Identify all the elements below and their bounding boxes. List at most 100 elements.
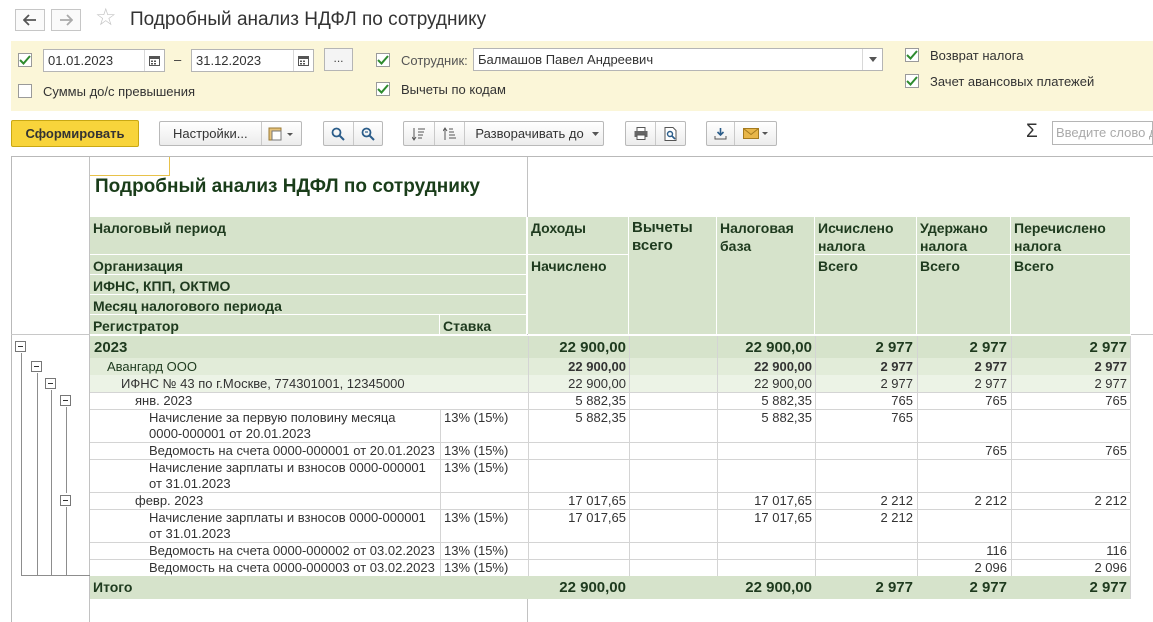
save-button[interactable]: [707, 122, 734, 145]
collapse-groups-button[interactable]: [404, 122, 434, 145]
row-feb-doc3-transferred: 2 096: [1094, 560, 1127, 575]
row-jan-doc2-withheld: 765: [985, 443, 1007, 458]
envelope-icon: [742, 128, 768, 139]
collapse-ifns-toggle[interactable]: [45, 378, 56, 389]
row-jan-doc3-line2: от 31.01.2023: [149, 476, 231, 491]
checkmark-icon: [906, 76, 918, 86]
row-org-withheld: 2 977: [974, 359, 1007, 374]
deductions-by-code-checkbox[interactable]: [376, 82, 390, 96]
chevron-down-icon[interactable]: [862, 49, 882, 70]
checkmark-icon: [377, 84, 389, 94]
employee-value: Балмашов Павел Андреевич: [478, 52, 654, 67]
header-ifns: ИФНС, КПП, ОКТМО: [90, 275, 527, 295]
sums-over-checkbox[interactable]: [18, 84, 32, 98]
row-ifns-label: ИФНС № 43 по г.Москве, 774301001, 123450…: [121, 376, 405, 391]
row-jan-doc1-line1: Начисление за первую половину месяца: [149, 410, 396, 425]
variants-button[interactable]: [262, 122, 301, 145]
header-calculated-total: Всего: [815, 255, 917, 335]
row-feb-doc1-line2: от 31.01.2023: [149, 526, 231, 541]
employee-label: Сотрудник:: [401, 53, 468, 68]
row-year-income: 22 900,00: [559, 339, 626, 356]
collapse-feb-toggle[interactable]: [60, 495, 71, 506]
row-org-income: 22 900,00: [568, 359, 626, 374]
row-jan-doc1-base: 5 882,35: [761, 410, 812, 425]
favorite-star-icon[interactable]: ☆: [95, 6, 117, 30]
row-feb-doc1-base: 17 017,65: [754, 510, 812, 525]
sums-over-label: Суммы до/с превышения: [43, 84, 196, 99]
calendar-icon[interactable]: [293, 50, 313, 71]
header-calculated-line2: налога: [818, 238, 866, 254]
row-year-label: 2023: [94, 339, 128, 356]
chevron-down-icon: [591, 131, 599, 136]
header-deductions-line1: Вычеты: [632, 219, 693, 236]
settings-button[interactable]: Настройки...: [160, 122, 261, 145]
header-deductions: Вычеты всего: [629, 217, 717, 335]
header-transferred-line1: Перечислено: [1014, 220, 1106, 236]
header-registrar: Регистратор: [90, 315, 440, 335]
date-from-field[interactable]: 01.01.2023: [43, 49, 165, 72]
employee-checkbox[interactable]: [376, 53, 390, 67]
expand-to-dropdown[interactable]: Разворачивать до: [465, 122, 603, 145]
row-jan-income: 5 882,35: [575, 393, 626, 408]
row-feb-doc1-line1: Начисление зарплаты и взносов 0000-00000…: [149, 510, 426, 525]
report-variant-icon: [268, 127, 294, 140]
header-withheld-total: Всего: [917, 255, 1011, 335]
row-feb-label: февр. 2023: [135, 493, 204, 508]
row-total-transferred: 2 977: [1089, 579, 1127, 596]
tax-refund-checkbox[interactable]: [905, 48, 919, 62]
row-jan-doc1-line2: 0000-000001 от 20.01.2023: [149, 426, 311, 441]
back-button[interactable]: [15, 9, 45, 31]
send-email-button[interactable]: [735, 122, 776, 145]
print-group: [625, 121, 686, 146]
period-select-button[interactable]: ...: [324, 48, 353, 71]
expand-groups-button[interactable]: [435, 122, 465, 145]
header-month: Месяц налогового периода: [90, 295, 527, 315]
sum-icon[interactable]: Σ: [1026, 121, 1038, 143]
advance-offset-checkbox[interactable]: [905, 74, 919, 88]
header-accrued: Начислено: [528, 255, 629, 335]
print-preview-button[interactable]: [656, 122, 685, 145]
search-input[interactable]: Введите слово д: [1052, 121, 1153, 145]
header-withheld-line2: налога: [920, 238, 968, 254]
collapse-org-toggle[interactable]: [31, 361, 42, 372]
calendar-icon[interactable]: [144, 50, 164, 71]
checkmark-icon: [906, 50, 918, 60]
selected-cell[interactable]: [90, 157, 170, 176]
print-preview-icon: [664, 126, 677, 141]
header-rate: Ставка: [440, 315, 527, 335]
find-next-button[interactable]: [354, 122, 383, 145]
grouping-group: Разворачивать до: [403, 121, 604, 146]
find-group: [323, 121, 383, 146]
print-button[interactable]: [626, 122, 655, 145]
forward-button[interactable]: [51, 9, 81, 31]
row-total-base: 22 900,00: [745, 579, 812, 596]
date-to-field[interactable]: 31.12.2023: [191, 49, 314, 72]
search-icon: [331, 127, 345, 141]
header-organization: Организация: [90, 255, 527, 275]
row-jan-transferred: 765: [1105, 393, 1127, 408]
header-withheld: Удержано налога: [917, 217, 1011, 255]
find-button[interactable]: [324, 122, 353, 145]
header-tax-base-line2: база: [720, 238, 752, 254]
row-year-base: 22 900,00: [745, 339, 812, 356]
date-range-dash: –: [174, 52, 182, 67]
header-deductions-line2: всего: [632, 237, 673, 254]
sort-lines-up-icon: [442, 126, 456, 140]
row-total-calc: 2 977: [875, 579, 913, 596]
row-jan-doc1-income: 5 882,35: [575, 410, 626, 425]
period-checkbox[interactable]: [18, 53, 32, 67]
employee-field[interactable]: Балмашов Павел Андреевич: [473, 48, 883, 71]
collapse-year-toggle[interactable]: [15, 341, 26, 352]
collapse-jan-toggle[interactable]: [60, 395, 71, 406]
row-org-calc: 2 977: [880, 359, 913, 374]
row-jan-calc: 765: [891, 393, 913, 408]
export-group: [706, 121, 777, 146]
generate-button[interactable]: Сформировать: [11, 120, 139, 147]
row-jan-doc2-transferred: 765: [1105, 443, 1127, 458]
row-feb-doc3-withheld: 2 096: [974, 560, 1007, 575]
header-calculated: Исчислено налога: [815, 217, 917, 255]
header-withheld-line1: Удержано: [920, 220, 988, 236]
row-jan-base: 5 882,35: [761, 393, 812, 408]
row-total-income: 22 900,00: [559, 579, 626, 596]
row-feb-doc2-transferred: 116: [1106, 543, 1127, 558]
